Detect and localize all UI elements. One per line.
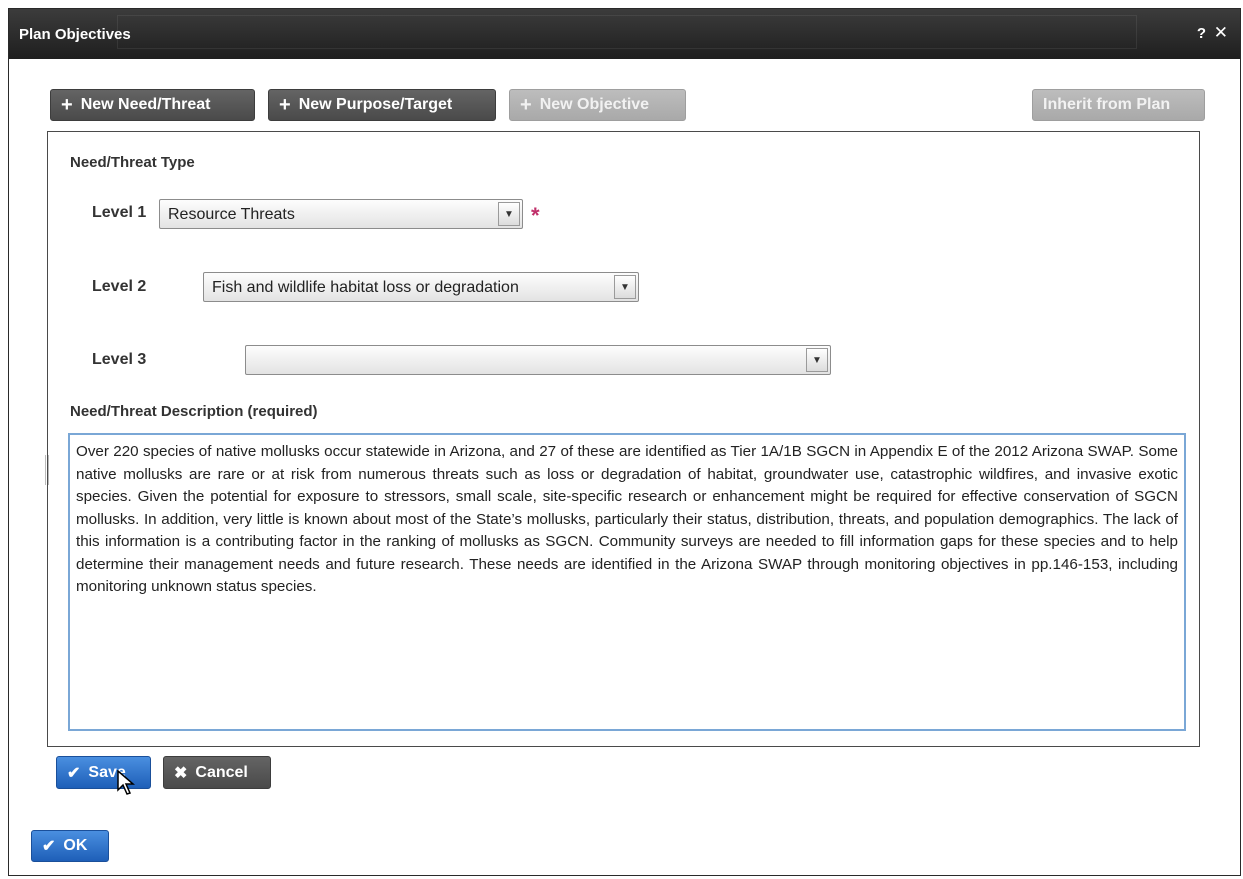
inherit-from-plan-label: Inherit from Plan: [1043, 96, 1171, 113]
new-purpose-target-button[interactable]: + New Purpose/Target: [268, 89, 496, 121]
close-icon[interactable]: ✕: [1214, 23, 1228, 43]
mouse-cursor-icon: [117, 770, 136, 795]
cancel-button[interactable]: ✖ Cancel: [163, 756, 271, 789]
dialog-title: Plan Objectives: [19, 26, 131, 43]
plus-icon: +: [279, 94, 291, 116]
level3-label: Level 3: [92, 351, 147, 368]
chevron-down-icon[interactable]: ▼: [498, 202, 520, 226]
help-icon[interactable]: ?: [1197, 25, 1206, 42]
level1-label: Level 1: [92, 204, 147, 221]
background-window-ghost: [117, 15, 1137, 49]
level1-value: Resource Threats: [168, 206, 295, 223]
description-label: Need/Threat Description (required): [70, 403, 318, 420]
plus-icon: +: [61, 94, 73, 116]
need-threat-type-heading: Need/Threat Type: [70, 154, 195, 171]
cancel-label: Cancel: [195, 763, 248, 781]
new-need-threat-label: New Need/Threat: [80, 96, 211, 113]
ok-label: OK: [63, 837, 88, 854]
check-icon: ✔: [67, 764, 81, 782]
description-textarea[interactable]: Over 220 species of native mollusks occu…: [68, 433, 1186, 731]
new-need-threat-button[interactable]: + New Need/Threat: [50, 89, 255, 121]
new-objective-button[interactable]: + New Objective: [509, 89, 686, 121]
required-asterisk: *: [531, 203, 540, 228]
plus-icon: +: [520, 94, 532, 116]
level2-select[interactable]: Fish and wildlife habitat loss or degrad…: [203, 272, 639, 302]
level2-value: Fish and wildlife habitat loss or degrad…: [212, 279, 519, 296]
level1-select[interactable]: Resource Threats ▼: [159, 199, 523, 229]
ok-button[interactable]: ✔ OK: [31, 830, 109, 862]
level2-label: Level 2: [92, 278, 147, 295]
dialog-titlebar[interactable]: Plan Objectives ? ✕: [9, 9, 1240, 59]
chevron-down-icon[interactable]: ▼: [806, 348, 828, 372]
new-purpose-target-label: New Purpose/Target: [298, 96, 453, 113]
chevron-down-icon[interactable]: ▼: [614, 275, 636, 299]
resize-grip[interactable]: [45, 455, 49, 485]
level3-select[interactable]: ▼: [245, 345, 831, 375]
x-icon: ✖: [174, 764, 188, 782]
new-objective-label: New Objective: [539, 96, 650, 113]
inherit-from-plan-button[interactable]: Inherit from Plan: [1032, 89, 1205, 121]
check-icon: ✔: [42, 838, 56, 855]
